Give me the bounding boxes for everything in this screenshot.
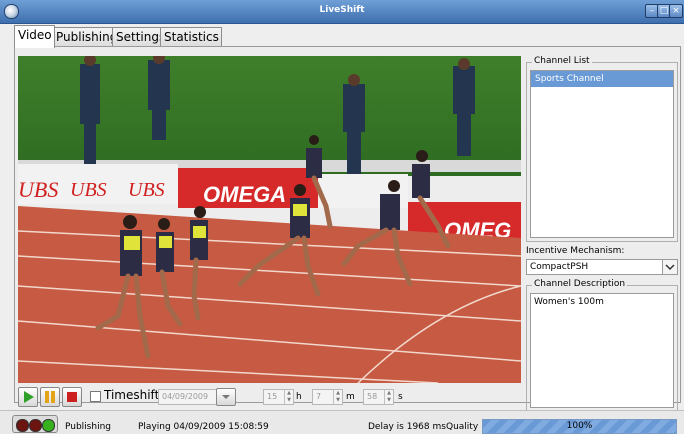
window-title: LiveShift — [319, 5, 365, 15]
chevron-down-icon[interactable] — [662, 260, 677, 274]
chevron-down-icon — [222, 395, 230, 399]
channel-description-text[interactable]: Women's 100m — [530, 293, 674, 408]
play-icon — [24, 391, 34, 403]
hours-spinner[interactable]: 15 ▲ ▼ — [263, 389, 294, 405]
channel-description-value: Women's 100m — [534, 297, 604, 307]
tab-publishing[interactable]: Publishing — [52, 27, 117, 47]
incentive-mechanism-select[interactable]: CompactPSH — [526, 259, 678, 275]
delay-status: Delay is 1968 ms — [368, 422, 446, 432]
stop-icon — [67, 392, 77, 402]
hours-value: 15 — [267, 392, 278, 401]
minutes-unit: m — [346, 392, 355, 402]
publishing-status: Publishing — [65, 422, 111, 432]
quality-label: Quality — [446, 422, 479, 432]
ubs-banner-text-1: UBS — [18, 177, 58, 202]
seconds-spinner[interactable]: 58 ▲ ▼ — [363, 389, 394, 405]
minutes-value: 7 — [316, 392, 322, 401]
pause-icon — [45, 391, 55, 403]
channel-list[interactable]: Sports Channel — [530, 70, 674, 238]
spinner-arrows-icon[interactable]: ▲ ▼ — [384, 390, 393, 404]
seconds-unit: s — [398, 392, 403, 402]
status-light-green-icon — [42, 419, 55, 432]
window-titlebar[interactable]: LiveShift – □ × — [0, 0, 684, 24]
quality-value: 100% — [566, 421, 593, 431]
date-picker-button[interactable] — [216, 388, 236, 406]
close-icon[interactable]: × — [669, 4, 683, 18]
video-frame: UBS UBS UBS OMEGA OMEG — [18, 56, 521, 383]
channel-list-label: Channel List — [532, 56, 592, 66]
video-player[interactable]: UBS UBS UBS OMEGA OMEG — [18, 56, 521, 383]
status-bar: Publishing Playing 04/09/2009 15:08:59 D… — [0, 410, 684, 434]
status-light-red-icon — [16, 419, 29, 432]
channel-list-item[interactable]: Sports Channel — [531, 71, 673, 87]
quality-progress-bar: 100% — [482, 419, 677, 434]
spinner-arrows-icon[interactable]: ▲ ▼ — [284, 390, 293, 404]
status-lights — [12, 415, 58, 433]
timeshift-label: Timeshift — [104, 388, 160, 402]
timeshift-checkbox[interactable] — [90, 391, 101, 402]
timeshift-date-field[interactable]: 04/09/2009 — [158, 389, 217, 405]
play-button[interactable] — [18, 387, 38, 407]
playback-controls: Timeshift 04/09/2009 15 ▲ ▼ h 7 ▲ ▼ m 58 ▲ ▼ s — [18, 386, 521, 407]
stop-button[interactable] — [62, 387, 82, 407]
tab-settings[interactable]: Settings — [112, 27, 165, 47]
minutes-spinner[interactable]: 7 ▲ ▼ — [312, 389, 343, 405]
ubs-banner-text-3: UBS — [128, 179, 165, 201]
pause-button[interactable] — [40, 387, 60, 407]
seconds-value: 58 — [367, 392, 378, 401]
channel-list-group: Channel List Sports Channel — [526, 56, 678, 242]
incentive-mechanism-value: CompactPSH — [530, 262, 589, 272]
spinner-arrows-icon[interactable]: ▲ ▼ — [333, 390, 342, 404]
playing-status: Playing 04/09/2009 15:08:59 — [138, 422, 269, 432]
incentive-mechanism-label: Incentive Mechanism: — [526, 246, 625, 256]
tab-video[interactable]: Video — [14, 25, 55, 48]
tab-statistics[interactable]: Statistics — [160, 27, 222, 47]
channel-description-label: Channel Description — [532, 279, 628, 289]
ubs-banner-text-2: UBS — [70, 179, 107, 201]
omega-banner-text: OMEGA — [203, 182, 286, 207]
status-light-yellow-icon — [29, 419, 42, 432]
channel-description-group: Channel Description Women's 100m — [526, 279, 678, 412]
hours-unit: h — [296, 392, 302, 402]
